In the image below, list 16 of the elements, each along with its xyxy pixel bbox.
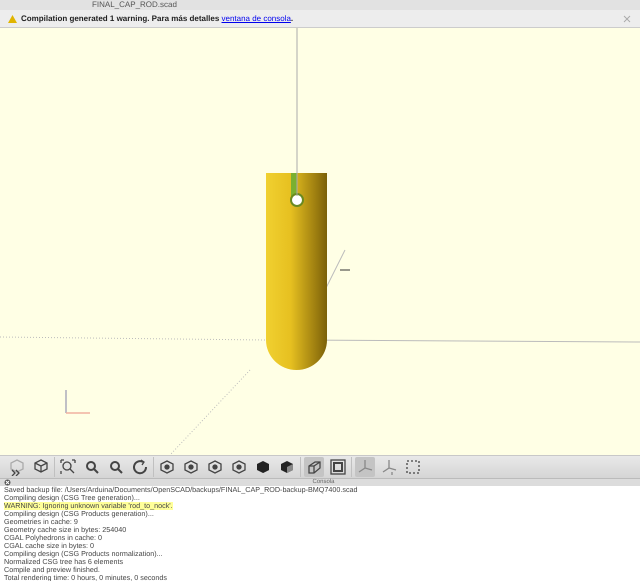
- console-link[interactable]: ventana de consola: [222, 14, 291, 22]
- toolbar-button[interactable]: [328, 457, 348, 477]
- toolbar-button[interactable]: [130, 457, 150, 477]
- window-title: FINAL_CAP_ROD.scad: [92, 0, 177, 10]
- orthogonal-icon: [329, 458, 347, 476]
- toolbar-button[interactable]: [304, 457, 324, 477]
- toolbar-button[interactable]: [58, 457, 78, 477]
- scale-markers-icon: [380, 458, 398, 476]
- view-all-icon: [59, 458, 77, 476]
- zoom-out-icon: [107, 458, 125, 476]
- warning-message: Compilation generated 1 warning. Para más detalles ventana de consola.: [21, 12, 294, 24]
- preview-icon: [8, 458, 26, 476]
- edges-icon: [404, 458, 422, 476]
- reset-view-icon: [131, 458, 149, 476]
- zoom-in-icon: [83, 458, 101, 476]
- warning-icon: [8, 14, 17, 22]
